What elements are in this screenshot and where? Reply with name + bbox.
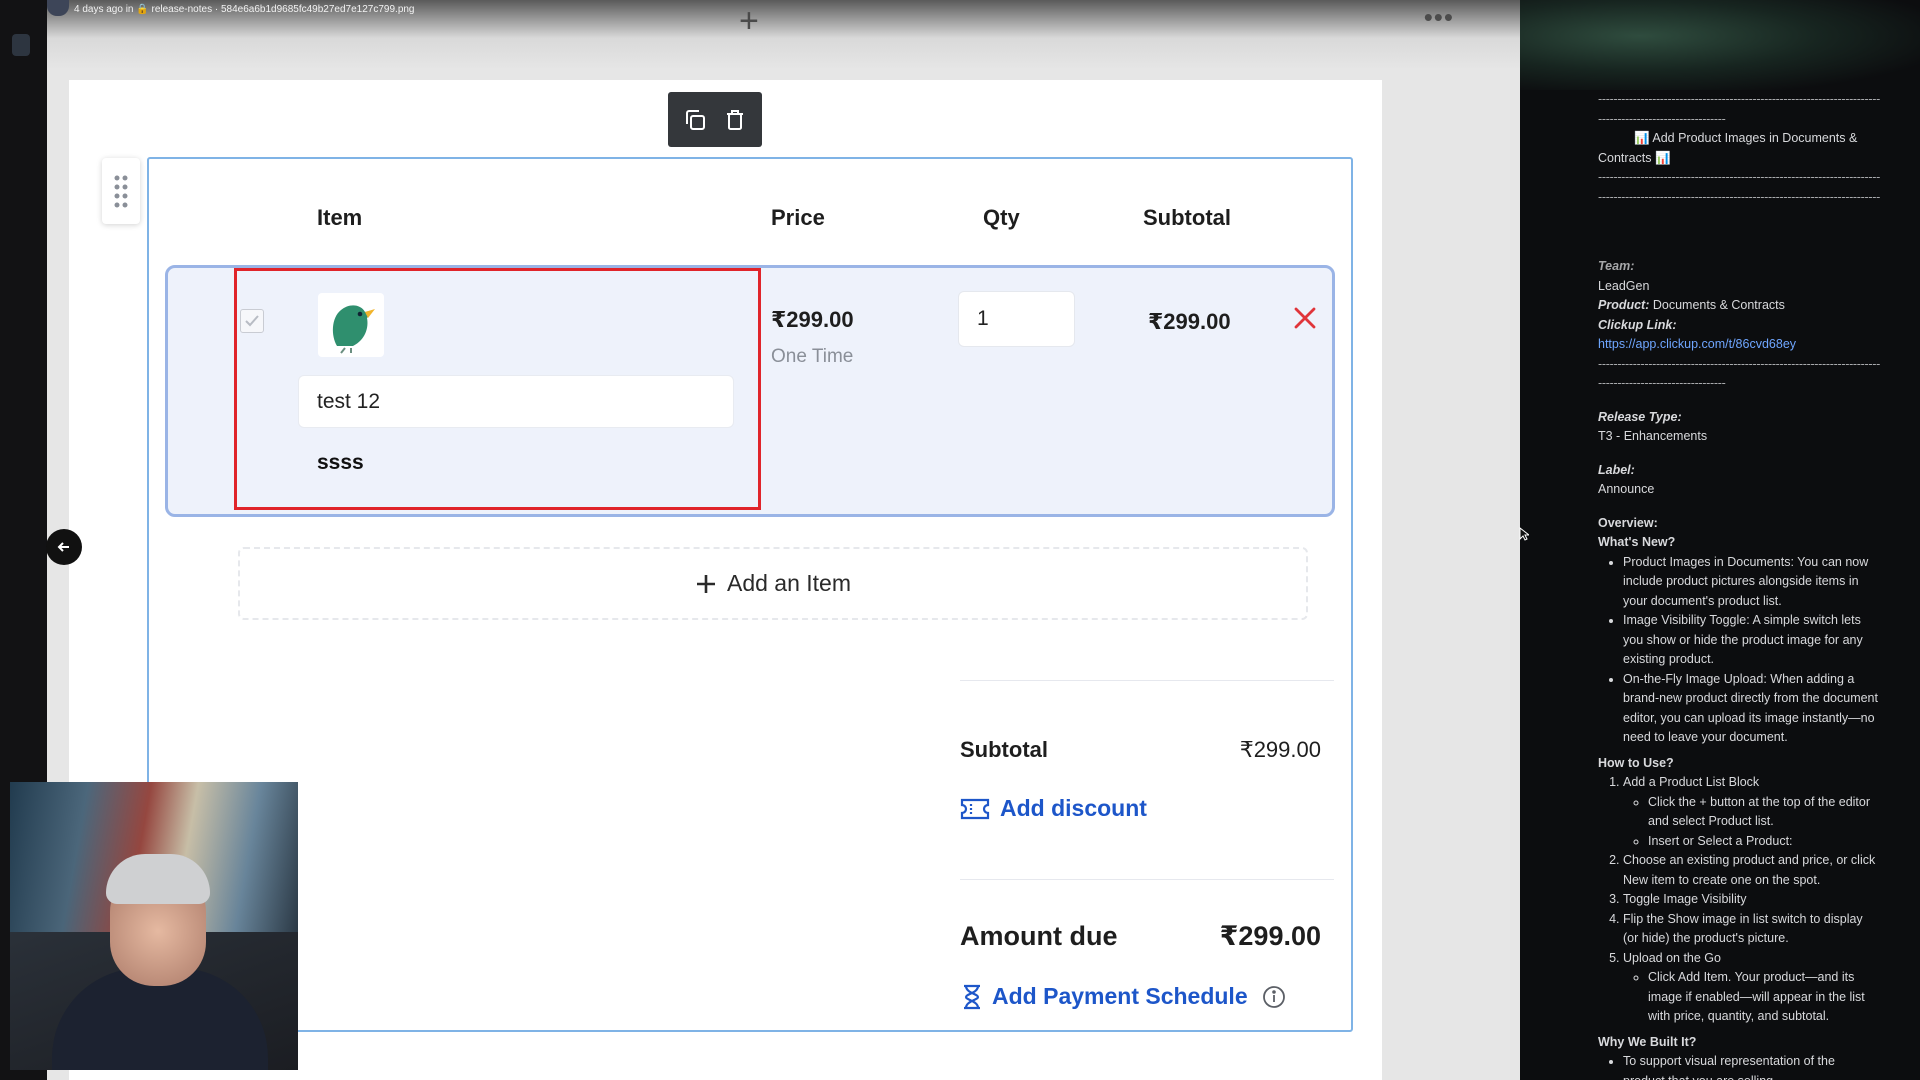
why-list: To support visual representation of the … <box>1623 1052 1880 1080</box>
list-item: Toggle Image Visibility <box>1623 890 1880 910</box>
rule: ----------------------------------------… <box>1598 356 1880 371</box>
list-item: Choose an existing product and price, or… <box>1623 851 1880 890</box>
add-discount-button[interactable]: Add discount <box>960 795 1147 822</box>
chart-emoji-icon: 📊 <box>1654 150 1671 165</box>
rule: ----------------------------------------… <box>1598 189 1880 204</box>
add-payment-schedule-label: Add Payment Schedule <box>992 983 1248 1009</box>
block-toolbar <box>668 92 762 147</box>
list-item: Click Add Item. Your product—and its ima… <box>1648 968 1880 1027</box>
add-payment-schedule-button[interactable]: Add Payment Schedule <box>962 983 1286 1010</box>
message-meta: 4 days ago in 🔒 release-notes · 584e6a6b… <box>74 4 415 15</box>
row-subtotal: ₹299.00 <box>1148 309 1231 334</box>
label-label: Label: <box>1598 462 1635 477</box>
list-item: Upload on the Go Click Add Item. Your pr… <box>1623 949 1880 1027</box>
chart-emoji-icon: 📊 <box>1634 131 1650 145</box>
hourglass-icon <box>964 984 980 1009</box>
amount-due-label: Amount due <box>960 921 1118 951</box>
summary-subtotal-label: Subtotal <box>960 737 1048 762</box>
product-value: Documents & Contracts <box>1652 298 1785 312</box>
column-header-item: Item <box>317 205 363 230</box>
add-item-button[interactable]: Add an Item <box>238 547 1308 620</box>
product-name-input[interactable] <box>298 375 734 428</box>
rule: --------------------------------- <box>1598 111 1726 126</box>
list-item: Flip the Show image in list switch to di… <box>1623 910 1880 949</box>
row-price[interactable]: ₹299.00 <box>771 307 854 333</box>
list-item: Click the + button at the top of the edi… <box>1648 793 1880 832</box>
overview-heading: Overview: <box>1598 515 1658 530</box>
list-item: Product Images in Documents: You can now… <box>1623 553 1880 612</box>
more-options-button[interactable]: ••• <box>1424 2 1454 33</box>
add-discount-label: Add discount <box>1000 795 1147 821</box>
team-value: LeadGen <box>1598 278 1650 293</box>
release-type-label: Release Type: <box>1598 409 1682 424</box>
ticket-icon <box>960 798 990 819</box>
copy-icon[interactable] <box>681 106 709 134</box>
product-description[interactable]: ssss <box>317 451 364 475</box>
label-value: Announce <box>1598 482 1655 496</box>
whats-new-list: Product Images in Documents: You can now… <box>1623 553 1880 748</box>
how-to-heading: How to Use? <box>1598 755 1674 770</box>
rule: ----------------------------------------… <box>1598 92 1880 106</box>
remove-row-icon[interactable] <box>1292 305 1318 331</box>
presenter-webcam <box>10 782 298 1070</box>
whats-new-heading: What's New? <box>1598 535 1676 549</box>
rule: ----------------------------------------… <box>1598 170 1880 184</box>
back-arrow-icon[interactable] <box>46 529 82 565</box>
add-item-label: Add an Item <box>726 570 852 596</box>
release-type-value: T3 - Enhancements <box>1598 429 1708 443</box>
amount-due-value: ₹299.00 <box>1219 921 1321 951</box>
avatar <box>47 0 69 16</box>
list-item: Add a Product List Block Click the + but… <box>1623 773 1880 851</box>
message-meta-bar: 4 days ago in 🔒 release-notes · 584e6a6b… <box>47 0 1520 24</box>
team-label: Team: <box>1598 259 1635 273</box>
column-header-qty: Qty <box>983 205 1020 230</box>
trash-icon[interactable] <box>721 106 749 134</box>
presenter-hair <box>106 854 210 904</box>
drag-handle-icon[interactable] <box>102 158 140 224</box>
summary-subtotal-value: ₹299.00 <box>1239 737 1321 762</box>
row-checkbox[interactable] <box>240 309 264 333</box>
info-icon[interactable] <box>1262 985 1286 1009</box>
column-header-subtotal: Subtotal <box>1143 205 1231 230</box>
add-block-button[interactable]: + <box>739 4 759 38</box>
divider <box>960 680 1334 681</box>
column-header-price: Price <box>771 205 825 230</box>
mouse-cursor-icon <box>1519 527 1529 541</box>
release-notes-content: --------------------------------- -------… <box>1598 90 1880 1080</box>
list-item: Insert or Select a Product: <box>1648 832 1880 852</box>
sidebar-app-icon[interactable] <box>12 34 30 56</box>
headline: 📊 Add Product Images in Documents & Cont… <box>1598 129 1880 168</box>
divider <box>960 879 1334 880</box>
product-label: Product: <box>1598 298 1650 312</box>
rule: --------------------------------- <box>1598 376 1726 390</box>
panel-header-glow <box>1520 0 1920 90</box>
list-item: To support visual representation of the … <box>1623 1052 1880 1080</box>
list-item: Image Visibility Toggle: A simple switch… <box>1623 611 1880 670</box>
list-item: On-the-Fly Image Upload: When adding a b… <box>1623 670 1880 748</box>
quantity-input[interactable] <box>958 291 1075 347</box>
row-billing-type: One Time <box>771 346 854 367</box>
steps-list: Add a Product List Block Click the + but… <box>1623 773 1880 1027</box>
clickup-label: Clickup Link: <box>1598 317 1677 332</box>
clickup-link[interactable]: https://app.clickup.com/t/86cvd68ey <box>1598 337 1796 351</box>
why-heading: Why We Built It? <box>1598 1034 1697 1049</box>
product-image-thumbnail[interactable] <box>318 293 384 357</box>
plus-icon <box>696 574 715 593</box>
